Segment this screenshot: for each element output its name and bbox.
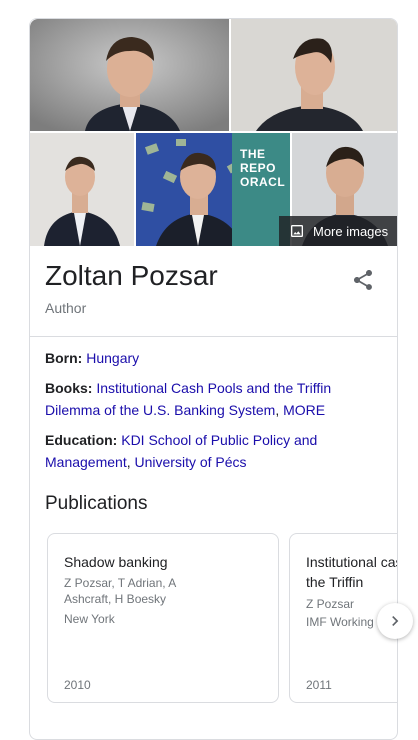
entity-subtitle: Author	[45, 300, 87, 316]
born-label: Born:	[45, 350, 83, 366]
photo-4[interactable]: THE REPO ORACL	[136, 133, 290, 246]
image-icon	[291, 225, 303, 237]
publications-carousel: Shadow banking Z Pozsar, T Adrian, A Ash…	[45, 533, 397, 705]
fact-born: Born: Hungary	[45, 347, 382, 369]
publication-year: 2011	[306, 678, 332, 692]
more-images-label: More images	[313, 223, 389, 239]
carousel-next-button[interactable]	[377, 603, 413, 639]
repo-oracle-overlay: THE REPO ORACL	[240, 147, 286, 189]
publication-publisher: New York	[64, 612, 115, 626]
books-label: Books:	[45, 380, 93, 396]
facts-section: Born: Hungary Books: Institutional Cash …	[30, 337, 397, 473]
photo-3[interactable]	[30, 133, 134, 246]
publication-title: Shadow banking	[64, 554, 168, 570]
photo-2[interactable]	[231, 19, 397, 131]
publication-card[interactable]: Shadow banking Z Pozsar, T Adrian, A Ash…	[47, 533, 279, 703]
more-images-button[interactable]: More images	[279, 216, 397, 246]
fact-education: Education: KDI School of Public Policy a…	[45, 429, 382, 473]
publication-year: 2010	[64, 678, 91, 692]
photo-1[interactable]	[30, 19, 229, 131]
born-link[interactable]: Hungary	[86, 350, 139, 366]
chevron-right-icon	[392, 616, 399, 626]
publication-title: Institutional cash pools and the Triffin	[306, 554, 397, 590]
education-separator: ,	[126, 454, 135, 470]
fact-books: Books: Institutional Cash Pools and the …	[45, 377, 382, 421]
books-more-link[interactable]: MORE	[283, 402, 325, 418]
share-icon[interactable]	[351, 268, 375, 292]
publication-authors: Z Pozsar, T Adrian, A Ashcraft, H Boesky	[64, 576, 176, 606]
education-link-2[interactable]: University of Pécs	[135, 454, 247, 470]
publications-heading: Publications	[45, 493, 148, 514]
knowledge-panel: THE REPO ORACL More images Zoltan Pozsar…	[29, 18, 398, 740]
education-label: Education:	[45, 432, 118, 448]
books-separator: ,	[275, 402, 284, 418]
image-collage: THE REPO ORACL More images	[30, 19, 397, 246]
title-row: Zoltan Pozsar Author	[30, 246, 397, 337]
entity-name: Zoltan Pozsar	[45, 260, 218, 291]
